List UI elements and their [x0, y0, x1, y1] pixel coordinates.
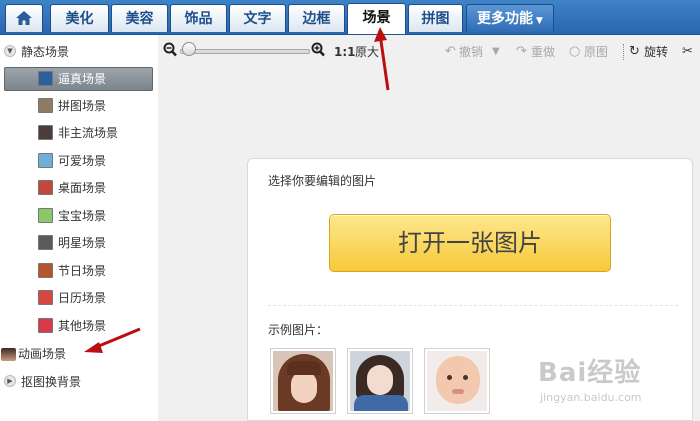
- watermark-main: Bai经验: [538, 358, 642, 388]
- scene-category-sidebar: ▼ 静态场景 逼真场景 拼图场景 非主流场景 可爱场景 桌面场景 宝宝场景 明星…: [0, 35, 158, 421]
- tab-accessories[interactable]: 饰品: [170, 4, 227, 32]
- examples-label: 示例图片：: [268, 323, 329, 337]
- cutout-background-section[interactable]: ▶ 抠图换背景: [0, 372, 150, 392]
- tab-border[interactable]: 边框: [288, 4, 345, 32]
- sidebar-item-non-mainstream[interactable]: 非主流场景: [4, 121, 153, 145]
- redo-icon: ↷: [516, 44, 527, 59]
- holiday-scene-icon: [38, 263, 53, 278]
- undo-button[interactable]: 撤销: [459, 43, 483, 61]
- undo-icon: ↶: [445, 44, 456, 59]
- other-scene-icon: [38, 318, 53, 333]
- sample-photo-woman-selfie: [350, 351, 410, 411]
- caret-down-icon: ▼: [536, 16, 543, 26]
- sidebar-item-collage[interactable]: 拼图场景: [4, 94, 153, 118]
- sidebar-item-label: 桌面场景: [58, 181, 107, 195]
- animated-scene-icon: [1, 348, 16, 361]
- more-functions-tab[interactable]: 更多功能 ▼: [466, 4, 554, 32]
- tab-text[interactable]: 文字: [229, 4, 286, 32]
- sidebar-item-desktop[interactable]: 桌面场景: [4, 176, 153, 200]
- tab-scene[interactable]: 场景: [347, 3, 406, 34]
- more-functions-label: 更多功能: [477, 11, 534, 27]
- expand-icon: ▶: [4, 375, 16, 387]
- static-scene-section[interactable]: ▼ 静态场景: [0, 42, 150, 62]
- sidebar-item-other[interactable]: 其他场景: [4, 314, 153, 338]
- scissors-icon[interactable]: ✂: [682, 43, 693, 61]
- zoom-slider-track[interactable]: [180, 49, 310, 54]
- sidebar-item-label: 明星场景: [58, 236, 107, 250]
- original-image-button[interactable]: 原图: [584, 43, 608, 61]
- sidebar-item-label: 非主流场景: [58, 126, 119, 140]
- redo-button[interactable]: 重做: [531, 43, 555, 61]
- animated-scene-section[interactable]: 动画场景: [0, 344, 150, 364]
- collapse-icon: ▼: [4, 45, 16, 57]
- non-mainstream-scene-icon: [38, 125, 53, 140]
- sample-image-3[interactable]: [424, 348, 490, 414]
- home-icon: [16, 11, 32, 25]
- original-size-button[interactable]: 原大: [355, 43, 379, 61]
- sidebar-item-realistic[interactable]: 逼真场景: [4, 67, 153, 91]
- sidebar-item-label: 可爱场景: [58, 154, 107, 168]
- sidebar-item-label: 拼图场景: [58, 99, 107, 113]
- baby-scene-icon: [38, 208, 53, 223]
- animated-scene-label: 动画场景: [18, 347, 67, 361]
- cute-scene-icon: [38, 153, 53, 168]
- zoom-out-icon[interactable]: [163, 42, 177, 57]
- main-nav-bar: 美化 美容 饰品 文字 边框 场景 拼图 更多功能 ▼: [0, 0, 700, 35]
- collage-scene-icon: [38, 98, 53, 113]
- panel-divider: [268, 305, 678, 306]
- sidebar-item-label: 逼真场景: [58, 72, 107, 86]
- toolbar-divider: [623, 44, 625, 60]
- baidu-watermark: Bai经验 jingyan.baidu.com: [538, 352, 642, 404]
- celebrity-scene-icon: [38, 235, 53, 250]
- desktop-scene-icon: [38, 180, 53, 195]
- sidebar-item-label: 其他场景: [58, 319, 107, 333]
- rotate-button[interactable]: 旋转: [644, 43, 668, 61]
- tab-beautify[interactable]: 美化: [50, 4, 109, 32]
- zoom-in-icon[interactable]: [311, 42, 325, 57]
- sample-image-1[interactable]: [270, 348, 336, 414]
- sidebar-item-label: 日历场景: [58, 291, 107, 305]
- tab-makeup[interactable]: 美容: [111, 4, 168, 32]
- static-scene-label: 静态场景: [21, 45, 70, 59]
- undo-dropdown-icon[interactable]: ▼: [492, 43, 500, 61]
- sidebar-item-baby[interactable]: 宝宝场景: [4, 204, 153, 228]
- tab-collage[interactable]: 拼图: [408, 4, 463, 32]
- sample-image-2[interactable]: [347, 348, 413, 414]
- panel-title: 选择你要编辑的图片: [268, 174, 377, 188]
- ratio-one-to-one[interactable]: 1:1: [334, 43, 356, 61]
- sample-photo-woman-bangs: [273, 351, 333, 411]
- calendar-scene-icon: [38, 290, 53, 305]
- home-tab[interactable]: [5, 4, 43, 32]
- sidebar-item-cute[interactable]: 可爱场景: [4, 149, 153, 173]
- watermark-sub: jingyan.baidu.com: [540, 391, 642, 404]
- sidebar-item-label: 宝宝场景: [58, 209, 107, 223]
- sidebar-item-label: 节日场景: [58, 264, 107, 278]
- cutout-background-label: 抠图换背景: [21, 375, 82, 389]
- edit-toolbar: 1:1 原大 ↶ 撤销 ▼ ↷ 重做 ○ 原图 ↻ 旋转 ✂: [158, 35, 700, 69]
- realistic-scene-icon: [38, 71, 53, 86]
- sidebar-item-holiday[interactable]: 节日场景: [4, 259, 153, 283]
- sample-photo-baby: [427, 351, 487, 411]
- rotate-icon: ↻: [629, 44, 640, 59]
- sidebar-item-calendar[interactable]: 日历场景: [4, 286, 153, 310]
- sidebar-item-celebrity[interactable]: 明星场景: [4, 231, 153, 255]
- original-image-icon: ○: [569, 44, 581, 59]
- zoom-slider-handle[interactable]: [182, 42, 196, 56]
- open-image-button[interactable]: 打开一张图片: [329, 214, 611, 272]
